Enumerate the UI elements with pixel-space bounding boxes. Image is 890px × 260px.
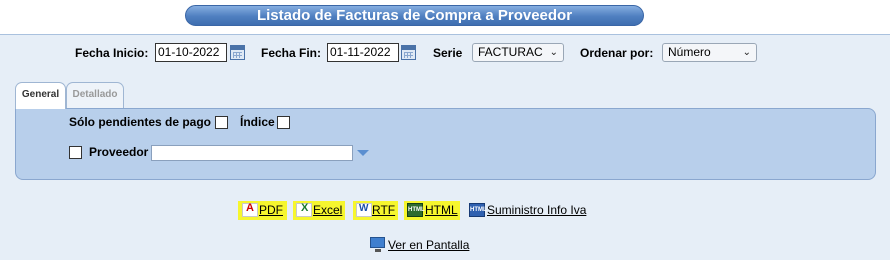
calendar-icon[interactable] — [401, 45, 416, 60]
fecha-inicio-label: Fecha Inicio: — [75, 46, 149, 60]
main-content: Fecha Inicio: 01-10-2022 Fecha Fin: 01-1… — [0, 34, 890, 260]
excel-icon[interactable] — [296, 202, 312, 217]
fecha-fin-input[interactable]: 01-11-2022 — [327, 43, 399, 62]
indice-label: Índice — [240, 115, 275, 129]
html-icon[interactable]: HTML — [407, 203, 425, 217]
suministro-icon[interactable]: HTML — [469, 203, 487, 217]
indice-checkbox[interactable] — [277, 116, 290, 129]
fecha-fin-label: Fecha Fin: — [261, 46, 322, 60]
pdf-icon[interactable] — [242, 202, 258, 217]
ordenar-label: Ordenar por: — [580, 46, 654, 60]
proveedor-label: Proveedor — [89, 145, 149, 159]
serie-select-value: FACTURAC — [478, 45, 543, 59]
pdf-link[interactable]: PDF — [259, 201, 283, 220]
serie-label: Serie — [433, 46, 463, 60]
dropdown-triangle-icon[interactable] — [357, 150, 369, 156]
calendar-icon[interactable] — [230, 45, 245, 60]
suministro-link[interactable]: Suministro Info Iva — [487, 201, 586, 220]
solo-pendientes-label: Sólo pendientes de pago — [69, 115, 212, 129]
html-link[interactable]: HTML — [425, 201, 458, 220]
chevron-down-icon: ⌄ — [742, 47, 751, 58]
tab-general[interactable]: General — [15, 82, 66, 109]
solo-pendientes-checkbox[interactable] — [215, 116, 228, 129]
ordenar-select-value: Número — [668, 45, 711, 59]
ordenar-select[interactable]: Número ⌄ — [662, 43, 757, 62]
page-title: Listado de Facturas de Compra a Proveedo… — [185, 5, 644, 26]
header-band: Listado de Facturas de Compra a Proveedo… — [0, 0, 890, 34]
excel-link[interactable]: Excel — [313, 201, 342, 220]
tab-detallado[interactable]: Detallado — [66, 82, 124, 108]
proveedor-checkbox[interactable] — [69, 146, 82, 159]
general-panel: Sólo pendientes de pago Índice Proveedor — [15, 108, 876, 180]
rtf-link[interactable]: RTF — [372, 201, 395, 220]
export-links: PDF Excel RTF HTML HTML HTML Suministro … — [0, 201, 890, 221]
proveedor-input[interactable] — [151, 145, 353, 161]
ver-pantalla-link[interactable]: Ver en Pantalla — [388, 236, 469, 255]
rtf-icon[interactable] — [356, 203, 372, 217]
chevron-down-icon: ⌄ — [549, 47, 558, 58]
filter-row: Fecha Inicio: 01-10-2022 Fecha Fin: 01-1… — [0, 43, 890, 63]
fecha-inicio-input[interactable]: 01-10-2022 — [155, 43, 227, 62]
serie-select[interactable]: FACTURAC ⌄ — [472, 43, 564, 62]
monitor-icon[interactable] — [370, 237, 385, 252]
